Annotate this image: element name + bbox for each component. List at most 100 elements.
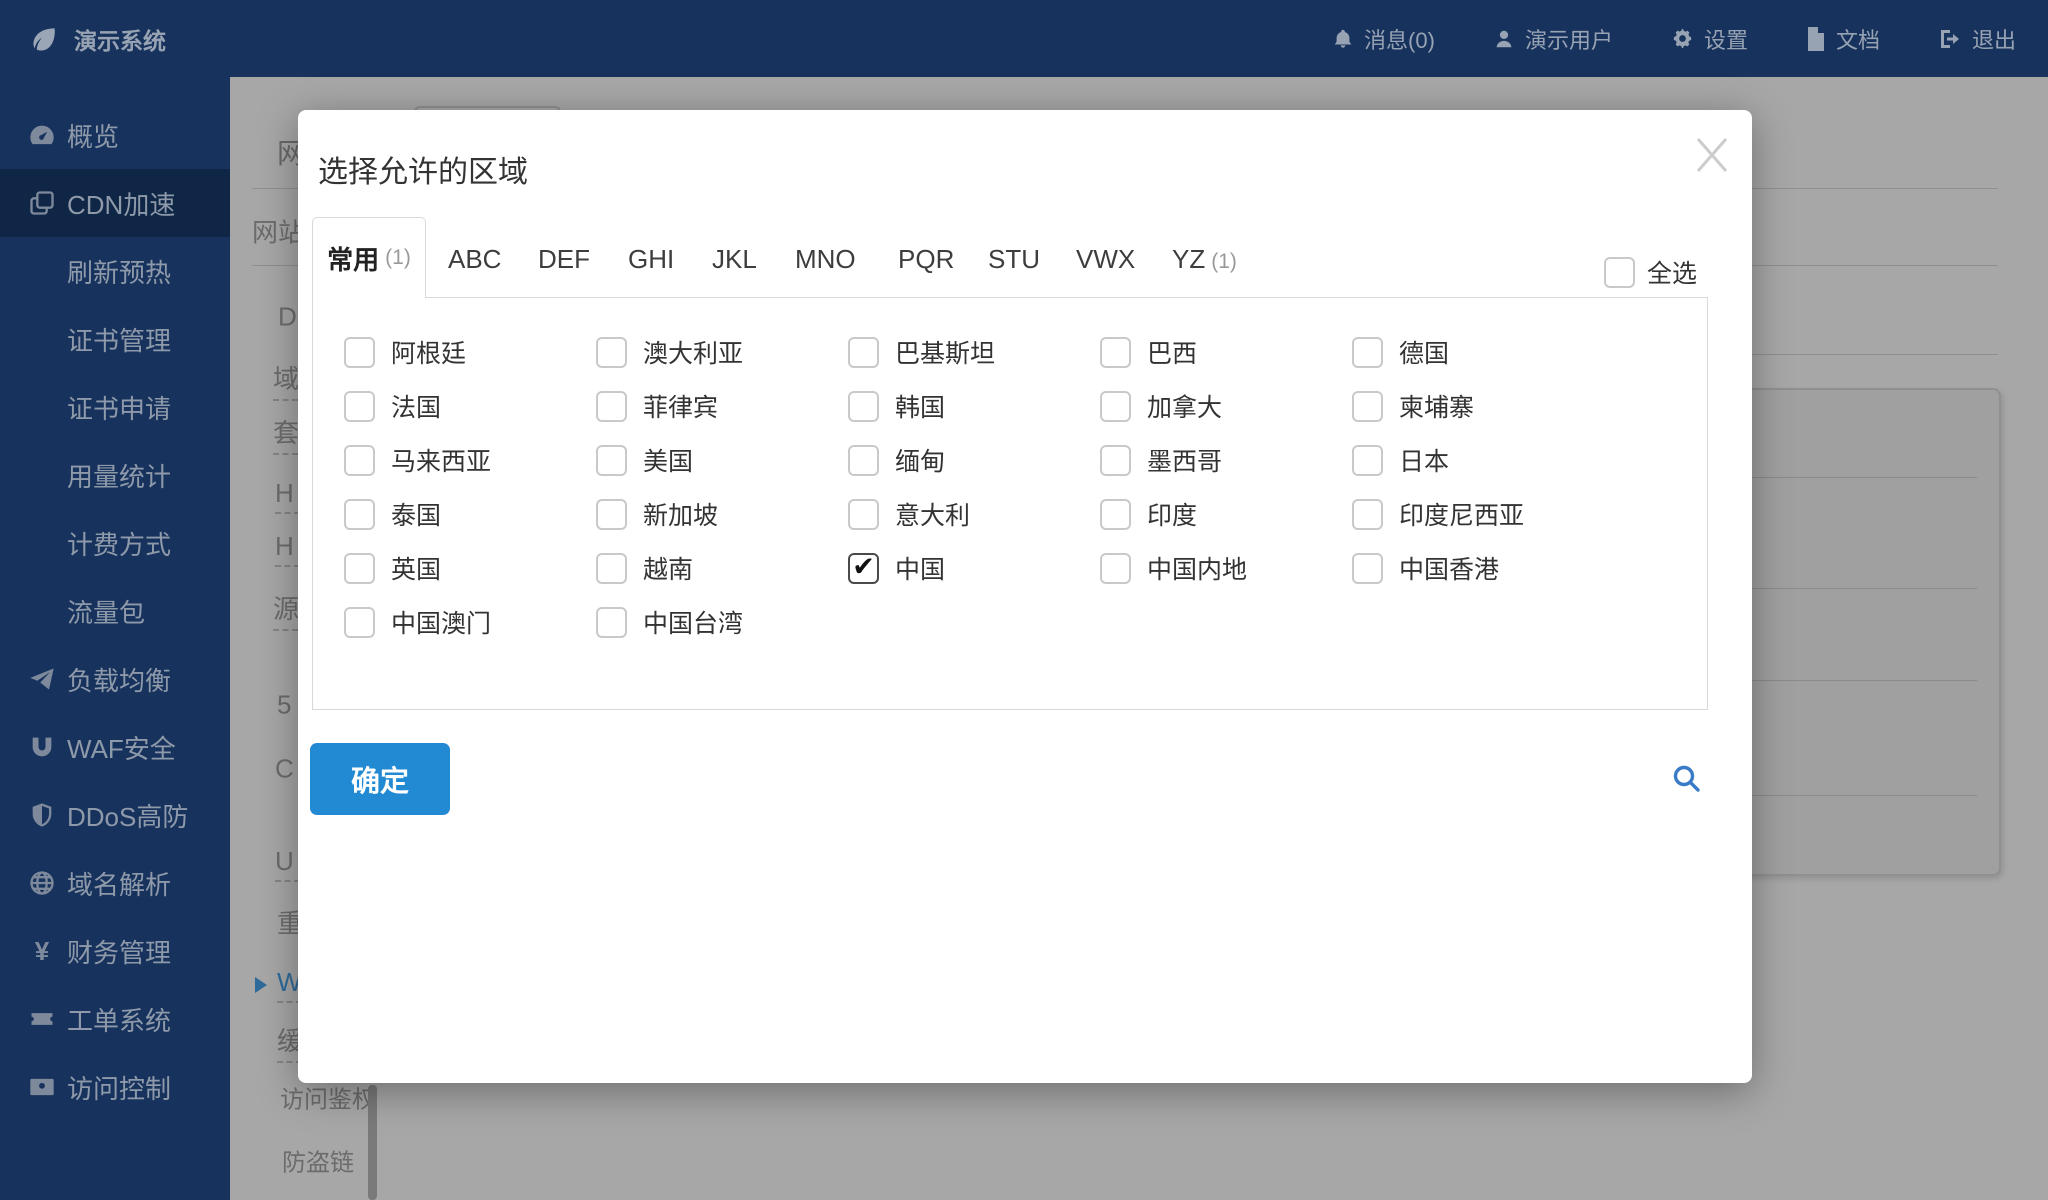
tab-def[interactable]: DEF: [538, 244, 590, 275]
shield-icon: [28, 801, 56, 829]
sidebar-item-waf[interactable]: WAF安全: [0, 713, 230, 781]
tab-vwx[interactable]: VWX: [1076, 244, 1135, 275]
layers-icon: [28, 189, 56, 217]
checkbox[interactable]: [848, 390, 879, 422]
region-option[interactable]: 马来西亚: [344, 433, 596, 487]
sidebar-item-access-control[interactable]: 访问控制: [0, 1053, 230, 1121]
user-icon: [1493, 27, 1515, 51]
logout-menu-item[interactable]: 退出: [1938, 23, 2016, 55]
logout-icon: [1938, 27, 1962, 51]
sidebar-item-usage-stats[interactable]: 用量统计: [0, 441, 230, 509]
brand-title: 演示系统: [74, 27, 166, 54]
sidebar-item-overview[interactable]: 概览: [0, 101, 230, 169]
tab-mno[interactable]: MNO: [795, 244, 856, 275]
checkbox[interactable]: [596, 336, 627, 368]
region-option[interactable]: 日本: [1352, 433, 1604, 487]
checkbox[interactable]: [596, 444, 627, 476]
region-option[interactable]: 德国: [1352, 325, 1604, 379]
checkbox[interactable]: [1352, 336, 1383, 368]
checkbox[interactable]: [1100, 498, 1131, 530]
sidebar-item-tickets[interactable]: 工单系统: [0, 985, 230, 1053]
checkbox[interactable]: [596, 390, 627, 422]
sidebar-item-ddos[interactable]: DDoS高防: [0, 781, 230, 849]
sidebar-item-billing-mode[interactable]: 计费方式: [0, 509, 230, 577]
region-option[interactable]: 美国: [596, 433, 848, 487]
region-option[interactable]: 加拿大: [1100, 379, 1352, 433]
bg-partial-text: 防盗链: [282, 1149, 354, 1177]
sidebar-item-cert-manage[interactable]: 证书管理: [0, 305, 230, 373]
region-option[interactable]: 中国香港: [1352, 541, 1604, 595]
checkbox[interactable]: [344, 336, 375, 368]
region-option[interactable]: 澳大利亚: [596, 325, 848, 379]
settings-menu-item[interactable]: 设置: [1671, 23, 1748, 55]
select-all-checkbox[interactable]: [1604, 256, 1635, 288]
sidebar-item-load-balance[interactable]: 负载均衡: [0, 645, 230, 713]
checkbox[interactable]: [344, 552, 375, 584]
region-option[interactable]: 墨西哥: [1100, 433, 1352, 487]
region-option[interactable]: 阿根廷: [344, 325, 596, 379]
region-option[interactable]: 法国: [344, 379, 596, 433]
confirm-button[interactable]: 确定: [310, 743, 450, 815]
region-option[interactable]: 英国: [344, 541, 596, 595]
checkbox[interactable]: [596, 498, 627, 530]
sidebar-label: 概览: [67, 121, 120, 152]
close-icon[interactable]: [1690, 133, 1734, 177]
sidebar-item-cert-apply[interactable]: 证书申请: [0, 373, 230, 441]
region-option[interactable]: 中国内地: [1100, 541, 1352, 595]
sidebar-item-traffic-pack[interactable]: 流量包: [0, 577, 230, 645]
region-option[interactable]: 越南: [596, 541, 848, 595]
checkbox[interactable]: [1352, 498, 1383, 530]
checkbox[interactable]: [848, 498, 879, 530]
checkbox[interactable]: [596, 606, 627, 638]
checkbox[interactable]: [344, 444, 375, 476]
region-option[interactable]: 中国澳门: [344, 595, 596, 649]
region-option[interactable]: 巴西: [1100, 325, 1352, 379]
tab-common[interactable]: 常用 (1): [312, 217, 426, 298]
sidebar-item-refresh-preheat[interactable]: 刷新预热: [0, 237, 230, 305]
checkbox[interactable]: [1352, 390, 1383, 422]
region-option[interactable]: 新加坡: [596, 487, 848, 541]
tab-pqr[interactable]: PQR: [898, 244, 954, 275]
tab-abc[interactable]: ABC: [448, 244, 501, 275]
messages-menu-item[interactable]: 消息(0): [1332, 23, 1435, 55]
region-option[interactable]: 印度尼西亚: [1352, 487, 1604, 541]
sidebar-item-cdn[interactable]: CDN加速: [0, 169, 230, 237]
region-option[interactable]: 泰国: [344, 487, 596, 541]
docs-menu-item[interactable]: 文档: [1806, 23, 1880, 55]
sidebar-item-finance[interactable]: ¥ 财务管理: [0, 917, 230, 985]
tab-jkl[interactable]: JKL: [712, 244, 757, 275]
user-menu-item[interactable]: 演示用户: [1493, 23, 1613, 55]
checkbox[interactable]: [1100, 336, 1131, 368]
checkbox[interactable]: [344, 498, 375, 530]
checkbox[interactable]: [848, 336, 879, 368]
tab-yz[interactable]: YZ (1): [1172, 244, 1237, 275]
region-option[interactable]: 意大利: [848, 487, 1100, 541]
region-option[interactable]: 柬埔寨: [1352, 379, 1604, 433]
tab-stu[interactable]: STU: [988, 244, 1040, 275]
checkbox[interactable]: [1100, 390, 1131, 422]
checkbox[interactable]: [1352, 552, 1383, 584]
region-option[interactable]: 缅甸: [848, 433, 1100, 487]
region-option[interactable]: 巴基斯坦: [848, 325, 1100, 379]
tab-ghi[interactable]: GHI: [628, 244, 674, 275]
region-option[interactable]: 菲律宾: [596, 379, 848, 433]
checkbox[interactable]: [1352, 444, 1383, 476]
checkbox[interactable]: [344, 390, 375, 422]
region-option[interactable]: 韩国: [848, 379, 1100, 433]
sidebar-label: 用量统计: [67, 461, 172, 492]
region-option[interactable]: 中国: [848, 541, 1100, 595]
checkbox[interactable]: [848, 444, 879, 476]
region-grid: 阿根廷 澳大利亚 巴基斯坦 巴西 德国 法国 菲律宾 韩国 加拿大 柬埔寨 马来…: [313, 325, 1604, 649]
checkbox[interactable]: [1100, 444, 1131, 476]
region-option[interactable]: 印度: [1100, 487, 1352, 541]
checkbox[interactable]: [1100, 552, 1131, 584]
bg-scrollbar[interactable]: [368, 1085, 377, 1200]
checkbox[interactable]: [848, 552, 879, 584]
region-option[interactable]: 中国台湾: [596, 595, 848, 649]
checkbox[interactable]: [596, 552, 627, 584]
checkbox[interactable]: [344, 606, 375, 638]
app-brand: 演示系统: [0, 22, 166, 56]
search-icon[interactable]: [1670, 762, 1704, 796]
sidebar-item-dns[interactable]: 域名解析: [0, 849, 230, 917]
select-all-checkbox-group[interactable]: 全选: [1604, 254, 1697, 290]
